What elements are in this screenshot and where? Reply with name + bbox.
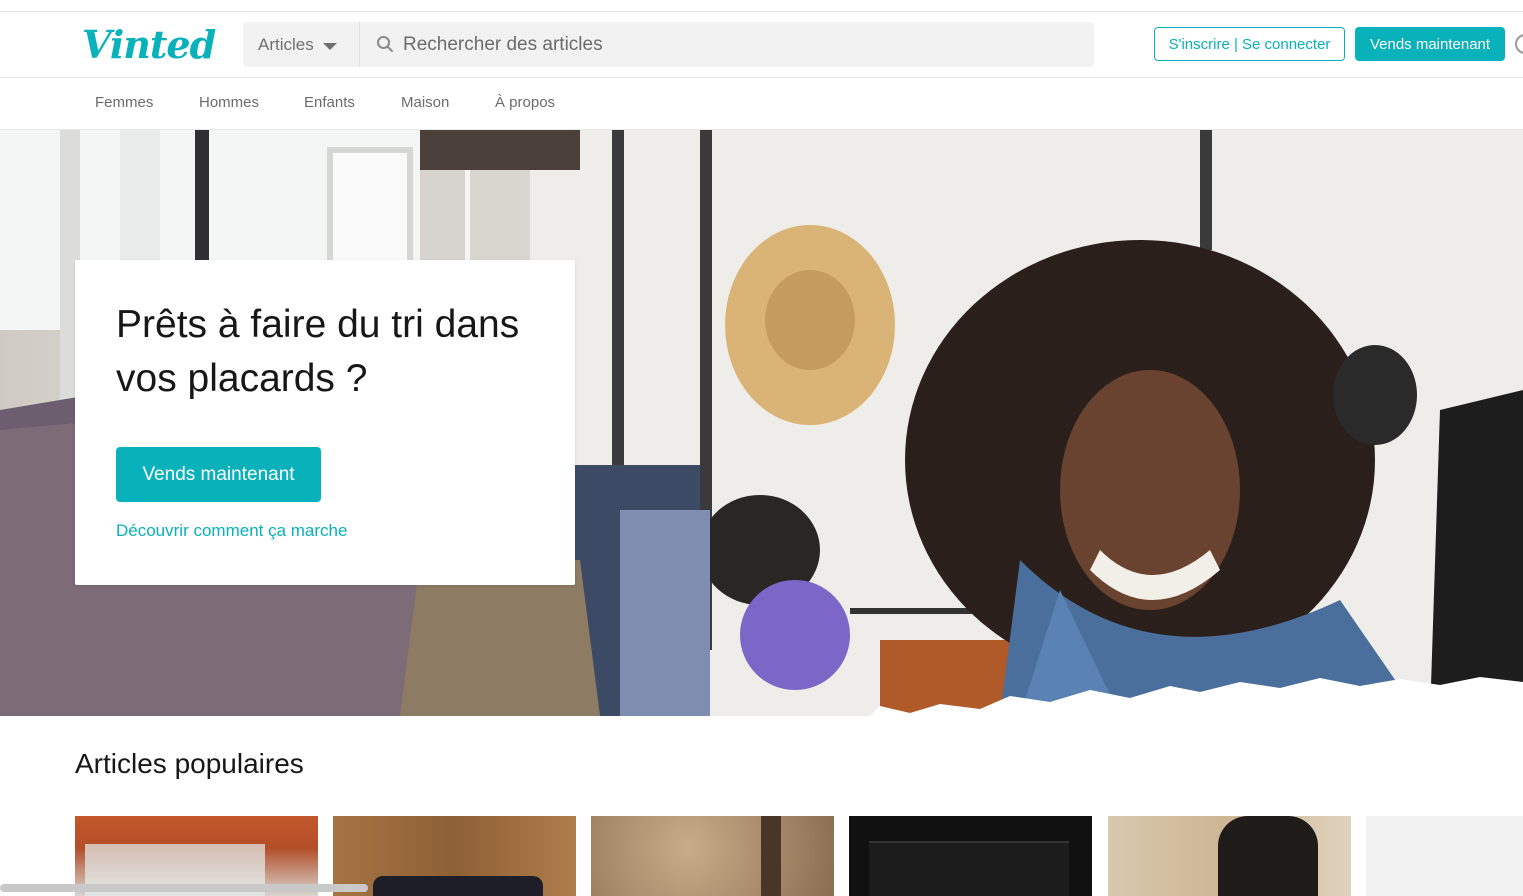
nav-item-maison[interactable]: Maison <box>401 94 449 111</box>
caret-down-icon <box>322 42 337 50</box>
product-image <box>1218 816 1318 896</box>
category-nav: Femmes Hommes Enfants Maison À propos <box>0 78 1523 130</box>
nav-item-enfants[interactable]: Enfants <box>304 94 355 111</box>
product-card[interactable] <box>1108 816 1351 896</box>
product-image <box>869 841 1069 896</box>
nav-item-femmes[interactable]: Femmes <box>95 94 153 111</box>
search-bar: Articles <box>243 22 1094 67</box>
category-select[interactable]: Articles <box>243 22 360 67</box>
nav-item-hommes[interactable]: Hommes <box>199 94 259 111</box>
sell-now-header-button[interactable]: Vends maintenant <box>1355 27 1505 61</box>
popular-items-title: Articles populaires <box>75 748 304 779</box>
search-icon <box>377 36 393 52</box>
help-circle-icon[interactable] <box>1515 34 1523 54</box>
header: Vinted Articles S'inscrire | Se connecte… <box>0 12 1523 78</box>
product-card[interactable] <box>1366 816 1523 896</box>
search-input[interactable] <box>403 22 1083 67</box>
product-image <box>373 876 543 896</box>
nav-item-a-propos[interactable]: À propos <box>495 94 555 111</box>
product-image <box>761 816 781 896</box>
vinted-logo[interactable]: Vinted <box>82 22 216 67</box>
hero-title: Prêts à faire du tri dans vos placards ? <box>116 303 520 400</box>
horizontal-scrollbar[interactable] <box>0 884 368 892</box>
category-select-label: Articles <box>258 34 314 54</box>
sell-now-hero-button[interactable]: Vends maintenant <box>116 447 321 502</box>
product-card[interactable] <box>849 816 1092 896</box>
login-signup-button[interactable]: S'inscrire | Se connecter <box>1154 27 1345 61</box>
product-card[interactable] <box>333 816 576 896</box>
product-card[interactable] <box>591 816 834 896</box>
how-it-works-link[interactable]: Découvrir comment ça marche <box>116 521 347 541</box>
hero-banner: Prêts à faire du tri dans vos placards ?… <box>0 130 1523 716</box>
hero-card: Prêts à faire du tri dans vos placards ?… <box>75 260 575 585</box>
